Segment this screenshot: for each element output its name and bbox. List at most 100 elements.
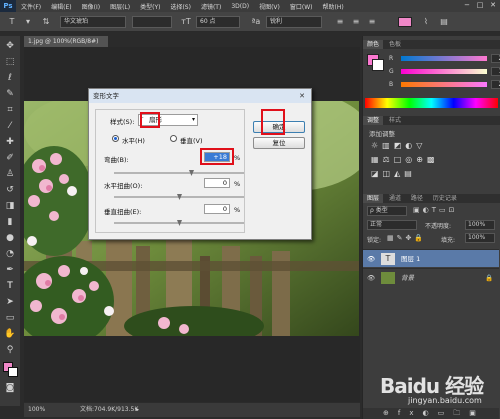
color-background-swatch[interactable] (372, 59, 384, 71)
eraser-tool-icon[interactable]: ◨ (4, 200, 16, 212)
adjust-icons-row-2[interactable]: ▦⚖□◎⊕▩ (371, 155, 439, 164)
layers-footer-icons[interactable]: ⊕fx◐▭🗀▣🗑 (363, 408, 499, 419)
type-tool-icon[interactable]: T (4, 280, 16, 292)
status-arrow-icon[interactable]: ▸ (136, 403, 139, 417)
eyedropper-tool-icon[interactable]: ⁄ (4, 120, 16, 132)
hdist-input[interactable]: 0 (204, 178, 230, 188)
marquee-tool-icon[interactable]: ⬚ (4, 56, 16, 68)
tab-layers[interactable]: 图层 (363, 194, 384, 203)
vdist-slider[interactable] (114, 220, 244, 226)
fill-field[interactable]: 100% (465, 233, 495, 243)
layer-row-text[interactable]: 👁 T 图层 1 (363, 249, 499, 267)
gradient-tool-icon[interactable]: ▮ (4, 216, 16, 228)
document-tab[interactable]: 1.jpg @ 100%(RGB/8#) (24, 36, 108, 47)
b-slider[interactable] (401, 82, 487, 87)
hdist-slider[interactable] (114, 194, 244, 200)
menu-window[interactable]: 窗口(W) (285, 2, 318, 11)
menu-bar: Ps 文件(F) 编辑(E) 图像(I) 图层(L) 类型(Y) 选择(S) 滤… (0, 0, 500, 12)
text-orientation-icon[interactable]: ⇅ (40, 16, 52, 28)
antialias-select[interactable]: 锐利 (266, 16, 322, 28)
adjust-icons-row-1[interactable]: ☼▥◩◐▽ (371, 141, 426, 150)
align-left-icon[interactable]: ≡ (334, 16, 346, 28)
pen-tool-icon[interactable]: ✒ (4, 264, 16, 276)
tab-color[interactable]: 颜色 (363, 40, 384, 49)
tab-paths[interactable]: 路径 (407, 194, 427, 203)
blend-mode-select[interactable]: 正常 (367, 220, 417, 230)
dropdown-icon[interactable]: ▾ (22, 16, 34, 28)
tab-swatches[interactable]: 色板 (385, 40, 405, 49)
menu-help[interactable]: 帮助(H) (318, 2, 349, 11)
font-style-select[interactable] (132, 16, 172, 28)
layer-row-background[interactable]: 👁 背景 🔒 (363, 268, 499, 286)
vdist-input[interactable]: 0 (204, 204, 230, 214)
g-value-field[interactable]: 120 (491, 67, 500, 76)
menu-select[interactable]: 选择(S) (165, 2, 196, 11)
vdist-slider-thumb[interactable] (177, 220, 182, 226)
character-panel-icon[interactable]: ▤ (438, 16, 450, 28)
dodge-tool-icon[interactable]: ◔ (4, 248, 16, 260)
adjust-icons-row-3[interactable]: ◪◫◭▤ (371, 169, 416, 178)
maximize-button[interactable]: □ (475, 1, 485, 10)
text-color-swatch[interactable] (398, 17, 412, 27)
menu-image[interactable]: 图像(I) (77, 2, 105, 11)
hand-tool-icon[interactable]: ✋ (4, 328, 16, 340)
background-color-swatch[interactable] (8, 367, 18, 377)
quick-select-tool-icon[interactable]: ✎ (4, 88, 16, 100)
history-brush-icon[interactable]: ↺ (4, 184, 16, 196)
healing-tool-icon[interactable]: ✚ (4, 136, 16, 148)
lasso-tool-icon[interactable]: ℓ (4, 72, 16, 84)
bend-slider[interactable] (114, 170, 244, 176)
menu-type[interactable]: 类型(Y) (135, 2, 165, 11)
g-slider[interactable] (401, 69, 487, 74)
tab-adjustments[interactable]: 调整 (363, 116, 384, 125)
brush-tool-icon[interactable]: ✐ (4, 152, 16, 164)
layer-name[interactable]: 背景 (401, 269, 414, 287)
lock-label: 锁定: (367, 237, 382, 244)
r-slider[interactable] (401, 56, 487, 61)
stamp-tool-icon[interactable]: ♙ (4, 168, 16, 180)
menu-file[interactable]: 文件(F) (16, 2, 46, 11)
visibility-eye-icon[interactable]: 👁 (367, 269, 375, 287)
font-family-select[interactable]: 华文琥珀 (60, 16, 126, 28)
layer-kind-filter[interactable]: ρ 类型 (367, 206, 407, 216)
tab-channels[interactable]: 通道 (385, 194, 405, 203)
bend-slider-thumb[interactable] (189, 170, 194, 176)
b-value-field[interactable]: 208 (491, 80, 500, 89)
layer-filter-icons[interactable]: ▣◐T▭⊡ (413, 206, 457, 214)
move-tool-icon[interactable]: ✥ (4, 40, 16, 52)
shape-tool-icon[interactable]: ▭ (4, 312, 16, 324)
background-layer-thumb (381, 272, 395, 284)
hdist-slider-thumb[interactable] (177, 194, 182, 200)
tab-styles[interactable]: 样式 (385, 116, 405, 125)
warp-text-icon[interactable]: ⌇ (420, 16, 432, 28)
opacity-field[interactable]: 100% (465, 220, 495, 230)
align-right-icon[interactable]: ≡ (366, 16, 378, 28)
crop-tool-icon[interactable]: ⌗ (4, 104, 16, 116)
radio-horizontal[interactable] (112, 135, 119, 142)
lock-icons[interactable]: ▦✎✥🔒 (387, 234, 426, 242)
font-size-select[interactable]: 60 点 (196, 16, 240, 28)
visibility-eye-icon[interactable]: 👁 (367, 250, 375, 268)
menu-filter[interactable]: 滤镜(T) (196, 2, 226, 11)
align-center-icon[interactable]: ≡ (350, 16, 362, 28)
radio-vertical[interactable] (170, 135, 177, 142)
menu-layer[interactable]: 图层(L) (105, 2, 135, 11)
path-select-tool-icon[interactable]: ➤ (4, 296, 16, 308)
zoom-tool-icon[interactable]: ⚲ (4, 344, 16, 356)
zoom-level[interactable]: 100% (28, 403, 45, 417)
reset-button[interactable]: 复位 (253, 137, 305, 149)
layer-name[interactable]: 图层 1 (401, 250, 420, 268)
r-value-field[interactable]: 251 (491, 54, 500, 63)
menu-edit[interactable]: 编辑(E) (46, 2, 76, 11)
photoshop-logo: Ps (0, 0, 16, 12)
menu-view[interactable]: 视图(V) (254, 2, 285, 11)
close-button[interactable]: ✕ (488, 1, 498, 10)
quick-mask-icon[interactable]: ◙ (4, 382, 16, 394)
type-tool-icon[interactable]: T (6, 16, 18, 28)
menu-3d[interactable]: 3D(D) (226, 3, 254, 10)
tab-history[interactable]: 历史记录 (429, 194, 461, 203)
color-ramp[interactable] (365, 98, 498, 108)
dialog-close-button[interactable]: ✕ (296, 91, 308, 101)
minimize-button[interactable]: − (462, 1, 472, 10)
blur-tool-icon[interactable]: ● (4, 232, 16, 244)
